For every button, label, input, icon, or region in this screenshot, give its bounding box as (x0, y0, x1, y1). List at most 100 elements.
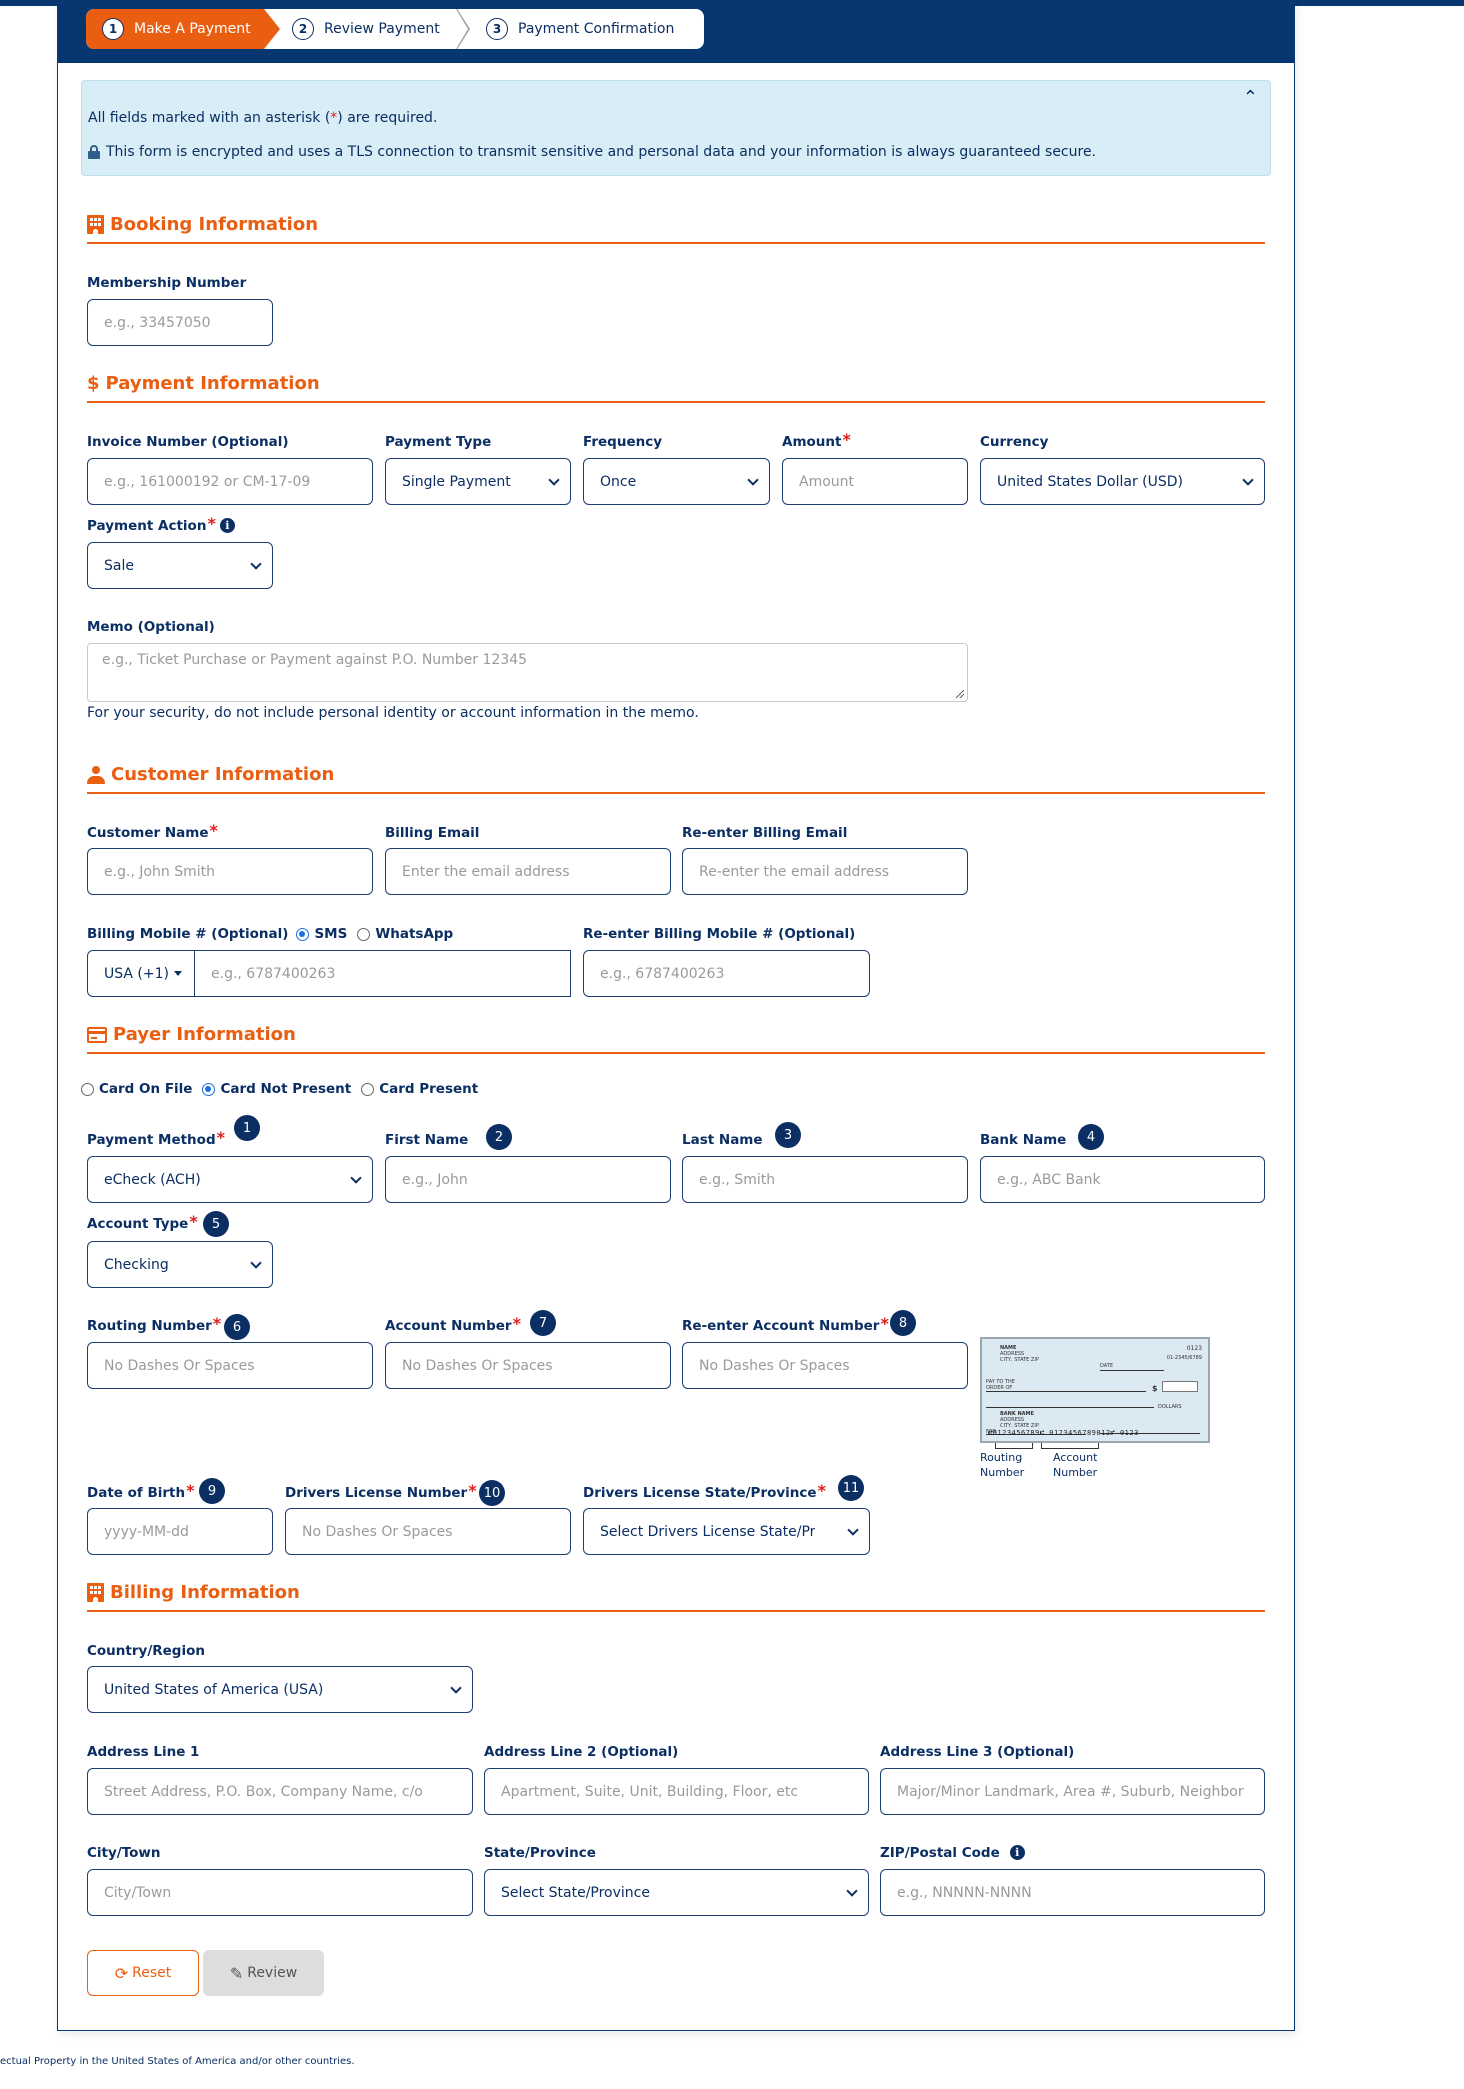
payment-action-label: Payment Action * i (87, 516, 235, 534)
chevron-down-icon (1242, 473, 1254, 486)
caret-down-icon (173, 971, 182, 976)
step-badge: 5 (203, 1211, 229, 1237)
section-divider (87, 242, 1265, 244)
payment-method-select[interactable]: eCheck (ACH) (87, 1156, 373, 1203)
card-on-file-radio[interactable] (81, 1082, 94, 1096)
billing-email-label: Billing Email (385, 825, 480, 841)
dob-label: Date of Birth * (87, 1481, 195, 1501)
whatsapp-radio[interactable] (357, 927, 371, 941)
refresh-icon: ⟳ (114, 1963, 129, 1983)
required-notice: All fields marked with an asterisk (*) a… (88, 110, 437, 126)
zip-input[interactable]: e.g., NNNNN-NNNN (880, 1869, 1265, 1916)
section-divider (87, 1610, 1265, 1612)
info-icon[interactable]: i (1009, 1845, 1025, 1860)
reset-button[interactable]: ⟳ Reset (87, 1950, 199, 1996)
customer-name-input[interactable]: e.g., John Smith (87, 848, 373, 895)
resize-handle[interactable] (956, 690, 964, 698)
mobile-label-row: Billing Mobile # (Optional) SMS WhatsApp (87, 926, 463, 942)
step-payment-confirmation: 3 Payment Confirmation (458, 9, 674, 49)
card-present-radio[interactable] (361, 1082, 375, 1096)
step-number: 2 (292, 18, 314, 40)
step-review-payment: 2 Review Payment (264, 9, 470, 49)
check-fraction: 01-2345/6789 (1166, 1355, 1202, 1361)
frequency-select[interactable]: Once (583, 458, 770, 505)
city-label: City/Town (87, 1845, 161, 1861)
last-name-input[interactable]: e.g., Smith (682, 1156, 968, 1203)
check-micr-line: ⑆0123456789⑆ 0123456789012⑈ 0123 (988, 1429, 1139, 1437)
country-select[interactable]: United States of America (USA) (87, 1666, 473, 1713)
chevron-down-icon (847, 1523, 859, 1536)
first-name-label: First Name (385, 1132, 469, 1148)
check-dollar: $ (1152, 1384, 1158, 1393)
section-title-text: Payer Information (113, 1024, 296, 1045)
drivers-license-label: Drivers License Number * (285, 1481, 477, 1501)
step-badge: 7 (530, 1310, 556, 1336)
routing-number-input[interactable]: No Dashes Or Spaces (87, 1342, 373, 1389)
required-notice-text: All fields marked with an asterisk ( (88, 110, 331, 126)
security-notice-text: This form is encrypted and uses a TLS co… (106, 144, 1097, 160)
review-button[interactable]: ✎ Review (203, 1950, 324, 1996)
progress-stepper: 1 Make A Payment 2 Review Payment 3 Paym… (86, 9, 704, 49)
account-number-label: Account Number * (385, 1314, 521, 1334)
step-badge: 11 (838, 1475, 864, 1501)
card-present-option[interactable]: Card Present (361, 1081, 478, 1097)
payment-type-label: Payment Type (385, 434, 492, 450)
reenter-email-input[interactable]: Re-enter the email address (682, 848, 968, 895)
user-icon (87, 765, 105, 784)
step-label: Payment Confirmation (518, 21, 675, 37)
reenter-account-label: Re-enter Account Number * (682, 1314, 889, 1334)
step-badge: 1 (234, 1115, 260, 1141)
date-of-birth-input[interactable]: yyyy-MM-dd (87, 1508, 273, 1555)
bank-name-input[interactable]: e.g., ABC Bank (980, 1156, 1265, 1203)
section-title-text: Booking Information (110, 214, 319, 235)
invoice-number-input[interactable]: e.g., 161000192 or CM-17-09 (87, 458, 373, 505)
currency-select[interactable]: United States Dollar (USD) (980, 458, 1265, 505)
routing-bracket (995, 1443, 1033, 1449)
reenter-mobile-input[interactable]: e.g., 6787400263 (583, 950, 870, 997)
sms-radio[interactable] (296, 927, 310, 941)
customer-section-title: Customer Information (87, 764, 334, 785)
payment-method-label: Payment Method * (87, 1128, 225, 1148)
check-date: DATE (1100, 1363, 1114, 1369)
card-not-present-option[interactable]: Card Not Present (202, 1081, 351, 1097)
step-badge: 3 (775, 1122, 801, 1148)
chevron-down-icon (747, 473, 759, 486)
country-code-dropdown[interactable]: USA (+1) (88, 951, 195, 996)
step-make-payment: 1 Make A Payment (86, 9, 280, 49)
state-select[interactable]: Select State/Province (484, 1869, 869, 1916)
account-type-select[interactable]: Checking (87, 1241, 273, 1288)
membership-label: Membership Number (87, 275, 247, 291)
payment-type-select[interactable]: Single Payment (385, 458, 571, 505)
drivers-license-input[interactable]: No Dashes Or Spaces (285, 1508, 571, 1555)
info-icon[interactable]: i (219, 518, 235, 533)
reenter-mobile-label: Re-enter Billing Mobile # (Optional) (583, 926, 856, 942)
account-number-input[interactable]: No Dashes Or Spaces (385, 1342, 671, 1389)
sms-radio-option[interactable]: SMS (296, 926, 347, 942)
whatsapp-radio-option[interactable]: WhatsApp (357, 926, 453, 942)
step-badge: 4 (1078, 1124, 1104, 1150)
dl-state-select[interactable]: Select Drivers License State/Pr (583, 1508, 870, 1555)
state-label: State/Province (484, 1845, 596, 1861)
reenter-account-input[interactable]: No Dashes Or Spaces (682, 1342, 968, 1389)
city-input[interactable]: City/Town (87, 1869, 473, 1916)
membership-number-input[interactable]: e.g., 33457050 (87, 299, 273, 346)
footer-text: ectual Property in the United States of … (0, 2056, 355, 2067)
chevron-down-icon (350, 1171, 362, 1184)
frequency-label: Frequency (583, 434, 663, 450)
billing-email-input[interactable]: Enter the email address (385, 848, 671, 895)
address-line-3-input[interactable]: Major/Minor Landmark, Area #, Suburb, Ne… (880, 1768, 1265, 1815)
payment-action-select[interactable]: Sale (87, 542, 273, 589)
card-not-present-radio[interactable] (202, 1082, 216, 1096)
first-name-input[interactable]: e.g., John (385, 1156, 671, 1203)
lock-icon (88, 145, 100, 159)
reenter-email-label: Re-enter Billing Email (682, 825, 848, 841)
amount-input[interactable]: Amount (782, 458, 968, 505)
address-line-2-input[interactable]: Apartment, Suite, Unit, Building, Floor,… (484, 1768, 869, 1815)
collapse-chevron-up-icon[interactable]: ⌃ (1243, 87, 1258, 108)
last-name-label: Last Name (682, 1132, 763, 1148)
payer-section-title: Payer Information (87, 1024, 296, 1045)
card-on-file-option[interactable]: Card On File (81, 1081, 192, 1097)
billing-mobile-input[interactable]: e.g., 6787400263 (195, 951, 570, 996)
address-line-1-input[interactable]: Street Address, P.O. Box, Company Name, … (87, 1768, 473, 1815)
memo-textarea[interactable]: e.g., Ticket Purchase or Payment against… (87, 643, 968, 702)
